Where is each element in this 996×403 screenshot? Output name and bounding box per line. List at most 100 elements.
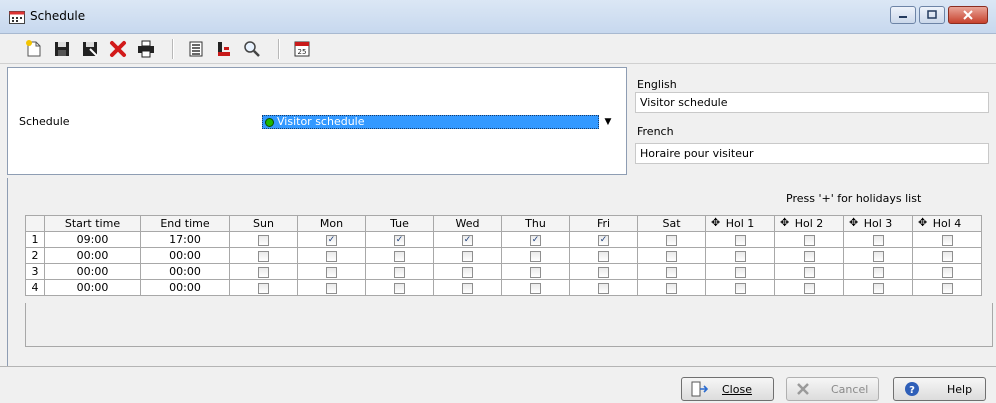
day-checkbox[interactable]: ✓: [394, 234, 405, 246]
schedule-dropdown-value[interactable]: Visitor schedule: [262, 115, 599, 129]
day-checkbox[interactable]: [598, 266, 609, 278]
day-checkbox[interactable]: [394, 282, 405, 294]
day-checkbox-cell: [569, 247, 638, 264]
day-checkbox[interactable]: [872, 266, 884, 278]
day-checkbox[interactable]: [258, 282, 269, 294]
end-time-cell[interactable]: 00:00: [140, 247, 230, 264]
day-checkbox[interactable]: [530, 282, 541, 294]
list-icon[interactable]: [186, 39, 206, 59]
day-checkbox[interactable]: [326, 266, 337, 278]
day-checkbox[interactable]: ✓: [326, 234, 337, 246]
cancel-button[interactable]: Cancel: [786, 377, 879, 401]
help-button[interactable]: ? Help: [893, 377, 986, 401]
day-checkbox[interactable]: [598, 282, 609, 294]
grid-header-label: Tue: [390, 217, 409, 230]
day-checkbox-cell: ✓: [569, 231, 638, 248]
holiday-expand-icon[interactable]: ✥: [711, 216, 720, 229]
french-field[interactable]: Horaire pour visiteur: [635, 143, 989, 164]
day-checkbox[interactable]: [872, 282, 884, 294]
day-checkbox[interactable]: [394, 250, 405, 262]
day-checkbox[interactable]: [462, 266, 473, 278]
day-checkbox[interactable]: [941, 234, 953, 246]
start-time-cell[interactable]: 00:00: [44, 279, 141, 296]
day-checkbox[interactable]: [258, 266, 269, 278]
start-time-cell[interactable]: 00:00: [44, 247, 141, 264]
english-field[interactable]: Visitor schedule: [635, 92, 989, 113]
day-checkbox[interactable]: [258, 234, 269, 246]
day-checkbox[interactable]: ✓: [462, 234, 473, 246]
grid-header-label: Thu: [525, 217, 546, 230]
day-checkbox[interactable]: [872, 234, 884, 246]
close-button[interactable]: Close: [681, 377, 774, 401]
grid-header-cell[interactable]: ✥ Hol 1: [705, 215, 775, 232]
day-checkbox[interactable]: [462, 282, 473, 294]
maximize-button[interactable]: [919, 6, 945, 24]
grid-header-label: Mon: [319, 217, 344, 230]
grid-header-cell[interactable]: ✥ Hol 3: [843, 215, 913, 232]
day-checkbox[interactable]: [394, 266, 405, 278]
save-as-icon[interactable]: [80, 39, 100, 59]
day-checkbox[interactable]: [734, 234, 746, 246]
new-icon[interactable]: [24, 39, 44, 59]
day-checkbox[interactable]: [530, 266, 541, 278]
day-checkbox[interactable]: [734, 282, 746, 294]
day-checkbox[interactable]: [258, 250, 269, 262]
day-checkbox-cell: [433, 263, 502, 280]
holiday-expand-icon[interactable]: ✥: [849, 216, 858, 229]
link-icon[interactable]: [214, 39, 234, 59]
delete-icon[interactable]: [108, 39, 128, 59]
day-checkbox[interactable]: [666, 282, 677, 294]
holiday-expand-icon[interactable]: ✥: [780, 216, 789, 229]
start-time-cell[interactable]: 00:00: [44, 263, 141, 280]
svg-text:?: ?: [909, 385, 915, 396]
minimize-button[interactable]: [890, 6, 916, 24]
minimize-icon: [899, 16, 907, 18]
holiday-expand-icon[interactable]: ✥: [918, 216, 927, 229]
day-checkbox[interactable]: [734, 266, 746, 278]
day-checkbox[interactable]: [598, 250, 609, 262]
day-checkbox[interactable]: [326, 250, 337, 262]
end-time-cell[interactable]: 17:00: [140, 231, 230, 248]
day-checkbox-cell: [501, 263, 570, 280]
day-checkbox[interactable]: [803, 234, 815, 246]
day-checkbox[interactable]: [326, 282, 337, 294]
day-checkbox-cell: [705, 279, 775, 296]
day-checkbox[interactable]: ✓: [598, 234, 609, 246]
search-icon[interactable]: [242, 39, 262, 59]
day-checkbox[interactable]: [803, 282, 815, 294]
grid-header-cell[interactable]: ✥ Hol 2: [774, 215, 844, 232]
grid-header-label: Wed: [455, 217, 480, 230]
end-time-cell[interactable]: 00:00: [140, 263, 230, 280]
day-checkbox[interactable]: [530, 250, 541, 262]
day-checkbox-cell: [569, 263, 638, 280]
day-checkbox-cell: [705, 247, 775, 264]
close-window-button[interactable]: [948, 6, 988, 24]
print-icon[interactable]: [136, 39, 156, 59]
grid-header-label: End time: [160, 217, 210, 230]
chevron-down-icon[interactable]: ▼: [599, 115, 617, 129]
day-checkbox[interactable]: [803, 250, 815, 262]
day-checkbox-cell: [637, 279, 706, 296]
day-checkbox[interactable]: [666, 234, 677, 246]
day-checkbox[interactable]: [803, 266, 815, 278]
schedule-label: Schedule: [19, 115, 70, 128]
grid-header-cell[interactable]: ✥ Hol 4: [912, 215, 982, 232]
day-checkbox[interactable]: [941, 250, 953, 262]
day-checkbox-cell: [774, 231, 844, 248]
day-checkbox-cell: [843, 247, 913, 264]
schedule-dropdown[interactable]: Visitor schedule ▼: [262, 115, 617, 129]
day-checkbox[interactable]: [941, 266, 953, 278]
day-checkbox[interactable]: [872, 250, 884, 262]
save-icon[interactable]: [52, 39, 72, 59]
day-checkbox[interactable]: [666, 250, 677, 262]
calendar-icon[interactable]: 25: [292, 39, 312, 59]
day-checkbox[interactable]: [734, 250, 746, 262]
start-time-cell[interactable]: 09:00: [44, 231, 141, 248]
day-checkbox-cell: [843, 263, 913, 280]
end-time-cell[interactable]: 00:00: [140, 279, 230, 296]
language-panel: English Visitor schedule French Horaire …: [630, 67, 996, 175]
day-checkbox[interactable]: [666, 266, 677, 278]
day-checkbox[interactable]: [462, 250, 473, 262]
day-checkbox[interactable]: [941, 282, 953, 294]
day-checkbox[interactable]: ✓: [530, 234, 541, 246]
